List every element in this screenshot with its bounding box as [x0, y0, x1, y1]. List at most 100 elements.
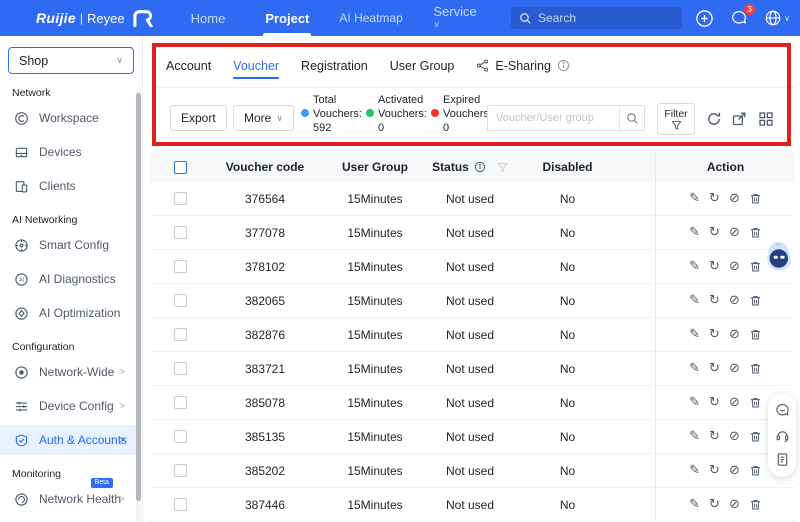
tab-e-sharing[interactable]: E-Sharing: [476, 44, 570, 87]
edit-icon[interactable]: ✎: [689, 226, 700, 239]
tab-account[interactable]: Account: [166, 44, 211, 87]
ban-icon[interactable]: ⊘: [729, 362, 740, 375]
edit-icon[interactable]: ✎: [689, 464, 700, 477]
row-checkbox[interactable]: [173, 396, 187, 409]
delete-icon[interactable]: [749, 192, 762, 205]
sidebar-item-workspace[interactable]: Workspace: [0, 103, 137, 133]
row-checkbox[interactable]: [173, 464, 187, 477]
sidebar-item-devices[interactable]: Devices: [0, 137, 137, 167]
feedback-icon[interactable]: [775, 403, 790, 418]
delete-icon[interactable]: [749, 362, 762, 375]
info-icon[interactable]: [557, 59, 570, 72]
edit-icon[interactable]: ✎: [689, 260, 700, 273]
sidebar-item-clients[interactable]: Clients: [0, 171, 137, 201]
select-all-checkbox[interactable]: [173, 160, 187, 174]
more-button[interactable]: More ∨: [233, 105, 294, 131]
export-share-icon[interactable]: [731, 111, 747, 127]
edit-icon[interactable]: ✎: [689, 430, 700, 443]
apps-grid-icon[interactable]: [758, 111, 774, 127]
table-row: 377078 15Minutes Not used No ✎ ↻ ⊘: [150, 216, 795, 250]
ban-icon[interactable]: ⊘: [729, 464, 740, 477]
sidebar-item-network-wide[interactable]: Network-Wide >: [0, 357, 137, 387]
row-checkbox[interactable]: [173, 362, 187, 375]
sidebar-item-smart-config[interactable]: Smart Config: [0, 230, 137, 260]
edit-icon[interactable]: ✎: [689, 498, 700, 511]
nav-item-home[interactable]: Home: [171, 0, 246, 36]
row-checkbox[interactable]: [173, 328, 187, 341]
filter-button[interactable]: Filter: [657, 103, 695, 135]
delete-icon[interactable]: [749, 396, 762, 409]
ban-icon[interactable]: ⊘: [729, 260, 740, 273]
delete-icon[interactable]: [749, 430, 762, 443]
edit-icon[interactable]: ✎: [689, 294, 700, 307]
sidebar-item-device-config[interactable]: Device Config >: [0, 391, 137, 421]
renew-icon[interactable]: ↻: [709, 260, 720, 273]
nav-item-project[interactable]: Project: [245, 0, 329, 36]
tab-voucher[interactable]: Voucher: [233, 44, 279, 87]
status-filter-funnel-icon[interactable]: [497, 162, 508, 173]
survey-doc-icon[interactable]: [775, 452, 790, 467]
row-checkbox[interactable]: [173, 430, 187, 443]
renew-icon[interactable]: ↻: [709, 430, 720, 443]
renew-icon[interactable]: ↻: [709, 192, 720, 205]
ban-icon[interactable]: ⊘: [729, 328, 740, 341]
ban-icon[interactable]: ⊘: [729, 430, 740, 443]
search-icon[interactable]: [619, 106, 644, 130]
ban-icon[interactable]: ⊘: [729, 498, 740, 511]
edit-icon[interactable]: ✎: [689, 396, 700, 409]
nav-item-ai-heatmap[interactable]: AI Heatmap: [329, 0, 413, 36]
ban-icon[interactable]: ⊘: [729, 294, 740, 307]
ai-assistant-mascot-icon[interactable]: [764, 241, 794, 273]
global-search[interactable]: [511, 7, 693, 29]
renew-icon[interactable]: ↻: [709, 464, 720, 477]
row-checkbox[interactable]: [173, 192, 187, 205]
export-button[interactable]: Export: [170, 105, 227, 131]
voucher-search-input[interactable]: [488, 106, 619, 130]
sidebar-item-auth-accounts[interactable]: Auth & Accounts >: [0, 425, 137, 455]
nav-item-service[interactable]: Service ∨: [413, 0, 496, 36]
tab-registration[interactable]: Registration: [301, 44, 368, 87]
row-checkbox[interactable]: [173, 498, 187, 511]
ban-icon[interactable]: ⊘: [729, 226, 740, 239]
delete-icon[interactable]: [749, 260, 762, 273]
language-globe-icon[interactable]: ∨: [764, 9, 790, 27]
row-checkbox[interactable]: [173, 226, 187, 239]
clients-icon: [14, 179, 29, 194]
refresh-icon[interactable]: [706, 111, 722, 127]
row-checkbox[interactable]: [173, 260, 187, 273]
renew-icon[interactable]: ↻: [709, 226, 720, 239]
tab-user-group[interactable]: User Group: [390, 44, 455, 87]
renew-icon[interactable]: ↻: [709, 328, 720, 341]
message-icon[interactable]: 3: [730, 3, 757, 27]
brand-logo[interactable]: Ruijie | Reyee: [36, 9, 155, 27]
top-navbar: Ruijie | Reyee Home Project AI Heatmap S…: [0, 0, 800, 36]
sidebar-item-ai-diagnostics[interactable]: AI AI Diagnostics: [0, 264, 137, 294]
sidebar-item-partial[interactable]: [0, 518, 137, 522]
renew-icon[interactable]: ↻: [709, 294, 720, 307]
sidebar-item-ai-optimization[interactable]: AI Optimization: [0, 298, 137, 328]
sidebar-item-network-health[interactable]: Network Health Beta >: [0, 478, 137, 514]
renew-icon[interactable]: ↻: [709, 498, 720, 511]
ban-icon[interactable]: ⊘: [729, 396, 740, 409]
global-search-input[interactable]: [538, 11, 693, 25]
delete-icon[interactable]: [749, 464, 762, 477]
ban-icon[interactable]: ⊘: [729, 192, 740, 205]
support-headset-icon[interactable]: [775, 428, 790, 443]
edit-icon[interactable]: ✎: [689, 328, 700, 341]
sidebar-scrollbar-thumb[interactable]: [136, 93, 141, 501]
row-checkbox[interactable]: [173, 294, 187, 307]
renew-icon[interactable]: ↻: [709, 362, 720, 375]
add-circle-icon[interactable]: [695, 9, 714, 28]
edit-icon[interactable]: ✎: [689, 192, 700, 205]
delete-icon[interactable]: [749, 498, 762, 511]
delete-icon[interactable]: [749, 226, 762, 239]
renew-icon[interactable]: ↻: [709, 396, 720, 409]
delete-icon[interactable]: [749, 294, 762, 307]
user-group-cell: 15Minutes: [347, 497, 403, 512]
status-cell: Not used: [445, 191, 495, 206]
info-icon[interactable]: [474, 161, 486, 173]
edit-icon[interactable]: ✎: [689, 362, 700, 375]
delete-icon[interactable]: [749, 328, 762, 341]
shop-select[interactable]: Shop ∨: [8, 47, 134, 74]
chevron-down-icon: ∨: [276, 112, 283, 123]
